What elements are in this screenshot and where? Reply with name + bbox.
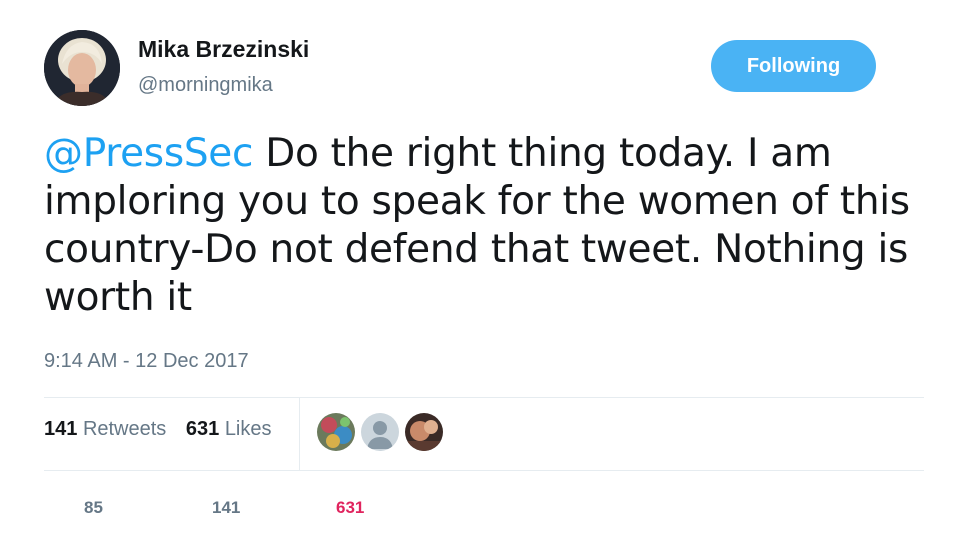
retweet-action[interactable]: 141 — [212, 498, 240, 518]
stats-divider — [299, 398, 300, 470]
profile-photo — [44, 30, 120, 106]
retweets-stat[interactable]: 141 Retweets — [44, 418, 166, 440]
tweet-stats: 141 Retweets 631 Likes — [44, 418, 286, 441]
reply-action[interactable]: 85 — [84, 498, 103, 518]
tweet-text: @PressSec Do the right thing today. I am… — [44, 130, 944, 322]
mention-link[interactable]: @PressSec — [44, 131, 253, 176]
likers-avatars — [317, 413, 443, 451]
following-button[interactable]: Following — [711, 40, 876, 92]
user-handle[interactable]: @morningmika — [138, 74, 273, 97]
retweet-count: 141 — [212, 498, 241, 517]
likes-label: Likes — [224, 418, 272, 440]
liker-avatar[interactable] — [317, 413, 355, 451]
retweets-count: 141 — [44, 418, 78, 440]
like-count: 631 — [336, 498, 365, 517]
likes-count: 631 — [185, 418, 220, 440]
retweets-label: Retweets — [82, 418, 167, 440]
liker-avatar[interactable] — [361, 413, 399, 451]
divider-bottom — [44, 470, 924, 471]
user-display-name[interactable]: Mika Brzezinski — [138, 36, 309, 63]
likes-stat[interactable]: 631 Likes — [186, 418, 272, 440]
profile-avatar[interactable] — [44, 30, 120, 106]
divider-top — [44, 397, 924, 398]
liker-avatar[interactable] — [405, 413, 443, 451]
tweet-timestamp[interactable]: 9:14 AM - 12 Dec 2017 — [44, 350, 249, 373]
like-action[interactable]: 631 — [336, 498, 364, 518]
reply-count: 85 — [84, 498, 103, 517]
